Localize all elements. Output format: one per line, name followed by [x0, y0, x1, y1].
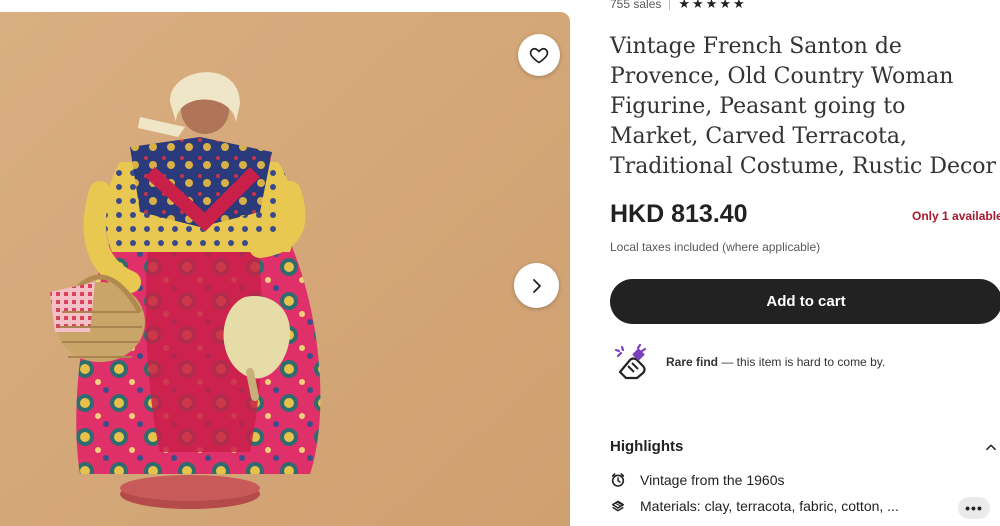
listing-title: Vintage French Santon de Provence, Old C…	[610, 34, 997, 179]
highlight-item: Vintage from the 1960s	[610, 472, 785, 488]
chevron-up-icon	[986, 443, 996, 450]
product-photo	[0, 12, 570, 526]
stock-status: Only 1 available	[912, 209, 1000, 223]
more-highlights-button[interactable]: •••	[958, 497, 990, 519]
highlights-heading: Highlights	[610, 438, 684, 455]
vintage-clock-icon	[611, 473, 625, 487]
add-to-cart-button[interactable]: Add to cart	[610, 279, 1000, 324]
rare-find-description: — this item is hard to come by.	[718, 355, 886, 369]
materials-icon	[611, 500, 625, 512]
rare-find-notice: Rare find — this item is hard to come by…	[610, 342, 885, 382]
highlight-text: Vintage from the 1960s	[640, 472, 785, 488]
rare-find-bold: Rare find	[666, 355, 719, 369]
listing-price: HKD 813.40	[610, 200, 748, 228]
favorite-button[interactable]	[518, 34, 560, 76]
tax-note: Local taxes included (where applicable)	[610, 240, 821, 254]
divider	[669, 0, 671, 10]
product-image-gallery[interactable]	[0, 12, 570, 526]
highlight-item: Materials: clay, terracota, fabric, cott…	[610, 498, 899, 514]
chevron-right-icon	[532, 278, 541, 293]
next-image-button[interactable]	[514, 263, 559, 308]
star-rating[interactable]: ★★★★★	[678, 0, 746, 12]
sales-count: 755 sales	[610, 0, 662, 11]
highlight-text: Materials: clay, terracota, fabric, cott…	[640, 498, 899, 514]
sparkle-hand-icon	[614, 343, 647, 380]
listing-info-panel: 755 sales ★★★★★ Vintage French Santon de…	[610, 0, 1000, 526]
rare-find-text: Rare find — this item is hard to come by…	[666, 355, 885, 369]
heart-icon	[529, 47, 549, 64]
highlights-toggle[interactable]: Highlights	[610, 438, 1000, 455]
shop-meta-row: 755 sales ★★★★★	[610, 0, 747, 12]
